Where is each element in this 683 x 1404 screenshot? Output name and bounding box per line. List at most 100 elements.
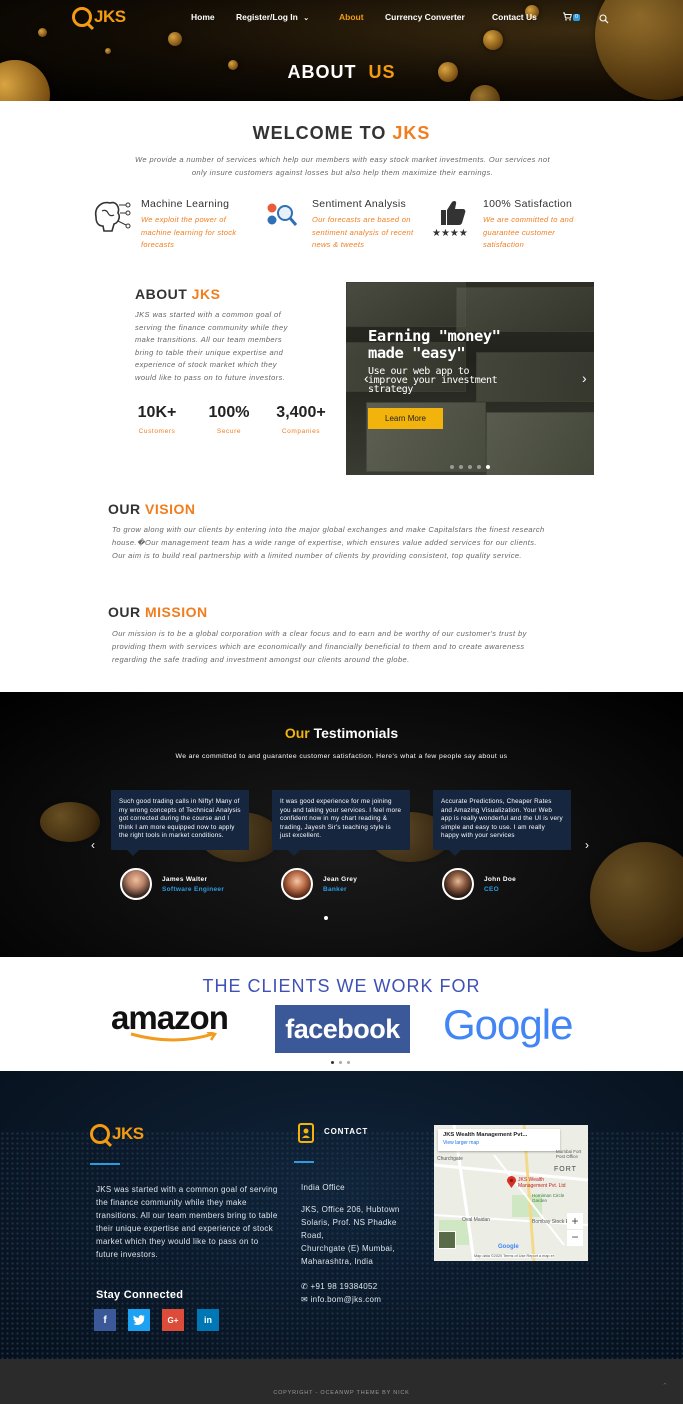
person-role: CEO <box>484 885 499 893</box>
slider-dot-active[interactable] <box>486 465 490 469</box>
contact-email[interactable]: ✉ info.bom@jks.com <box>301 1293 381 1306</box>
logo-mark-icon <box>72 7 92 27</box>
facebook-logo-text: facebook <box>285 1013 400 1044</box>
feature-title: 100% Satisfaction <box>483 198 573 210</box>
linkedin-button[interactable]: in <box>197 1309 219 1331</box>
office-address: JKS, Office 206, Hubtown Solaris, Prof. … <box>301 1203 421 1268</box>
search-icon <box>599 14 609 24</box>
cart-button[interactable]: 0 <box>562 11 582 23</box>
slider-dots <box>450 465 490 469</box>
vision-title-prefix: OUR <box>108 501 145 517</box>
learn-more-button[interactable]: Learn More <box>368 408 443 429</box>
about-title-prefix: ABOUT <box>135 286 192 302</box>
contact-card-icon <box>297 1123 315 1148</box>
clients-dot-active[interactable] <box>331 1061 334 1064</box>
vision-text: To grow along with our clients by enteri… <box>112 525 545 560</box>
testimonial-person: James Walter Software Engineer <box>120 868 224 900</box>
testimonial-card: It was good experience for me joining yo… <box>272 790 410 856</box>
about-title-accent: JKS <box>191 286 221 302</box>
map-pin-label: JKS Wealth Management Pvt. Ltd <box>518 1177 566 1189</box>
view-larger-map-link[interactable]: View larger map <box>443 1140 555 1146</box>
footer-divider <box>90 1163 120 1165</box>
address-line: Solaris, Prof. NS Phadke <box>301 1218 397 1227</box>
mission-title-accent: MISSION <box>145 604 208 620</box>
slider-subtext: Use our web app to improve your investme… <box>368 367 498 395</box>
testimonials-title-rest: Testimonials <box>309 725 399 741</box>
testimonial-card: Such good trading calls in Nifty! Many o… <box>111 790 249 856</box>
testimonial-dot-active[interactable] <box>324 916 328 920</box>
amazon-smile-icon <box>130 1032 218 1042</box>
testimonial-person: John Doe CEO <box>442 868 516 900</box>
google-plus-button[interactable]: G+ <box>162 1309 184 1331</box>
map-label: FORT <box>554 1166 577 1173</box>
brain-icon <box>90 197 132 237</box>
embedded-map[interactable]: JKS Wealth Management Pvt... View larger… <box>434 1125 588 1261</box>
slider-dot[interactable] <box>450 465 454 469</box>
slider-dot[interactable] <box>477 465 481 469</box>
stat-label: Secure <box>216 428 242 435</box>
testimonial-prev-arrow-icon[interactable]: ‹ <box>91 838 95 852</box>
clients-dot[interactable] <box>339 1061 342 1064</box>
slider-headline-line2: made "easy" <box>368 344 466 362</box>
google-plus-icon: G+ <box>167 1315 179 1325</box>
map-pin-icon[interactable] <box>507 1175 516 1188</box>
slider-prev-arrow-icon[interactable]: ‹ <box>364 370 369 386</box>
feature-desc: We exploit the power of machine learning… <box>141 215 237 249</box>
analysis-icon <box>265 201 299 229</box>
nav-about[interactable]: About <box>339 12 364 22</box>
testimonials-subtitle: We are committed to and guarantee custom… <box>175 753 508 760</box>
chevron-down-icon: ⌄ <box>303 15 310 22</box>
hero-slider[interactable]: Earning "money" made "easy" Use our web … <box>346 282 594 475</box>
twitter-button[interactable] <box>128 1309 150 1331</box>
svg-text:★★★★: ★★★★ <box>432 228 468 238</box>
slider-next-arrow-icon[interactable]: › <box>582 370 587 386</box>
hero-banner: JKS Home Register/Log In ⌄ About Currenc… <box>0 0 683 101</box>
stat-label: Companies <box>281 428 321 435</box>
street-view-thumbnail[interactable] <box>438 1231 456 1249</box>
facebook-button[interactable]: f <box>94 1309 116 1331</box>
nav-contact-us[interactable]: Contact Us <box>492 12 537 22</box>
zoom-out-button[interactable]: − <box>567 1230 583 1246</box>
clients-dot[interactable] <box>347 1061 350 1064</box>
nav-register-login[interactable]: Register/Log In ⌄ <box>236 12 309 22</box>
zoom-in-button[interactable]: + <box>567 1213 583 1229</box>
slider-dot[interactable] <box>468 465 472 469</box>
slider-headline: Earning "money" made "easy" <box>368 328 501 362</box>
welcome-title: WELCOME TO JKS <box>0 123 683 144</box>
contact-phone[interactable]: ✆ +91 98 19384052 <box>301 1280 378 1293</box>
address-line: JKS, Office 206, Hubtown <box>301 1205 400 1214</box>
site-logo[interactable]: JKS <box>72 7 126 27</box>
google-logo: Google <box>443 1001 573 1049</box>
footer-about-text: JKS was started with a common goal of se… <box>96 1185 278 1259</box>
feature-satisfaction: 100% Satisfaction We are committed to an… <box>483 198 653 252</box>
phone-icon: ✆ <box>301 1282 309 1291</box>
map-label: Mumbai Fort Post Office <box>556 1149 582 1159</box>
map-label: Churchgate <box>437 1156 463 1162</box>
welcome-title-prefix: WELCOME TO <box>252 123 393 143</box>
mission-title: OUR MISSION <box>108 604 208 620</box>
feature-desc: We are committed to and guarantee custom… <box>483 215 574 249</box>
mission-text: Our mission is to be a global corporatio… <box>112 629 527 664</box>
stat-secure: 100% Secure <box>200 404 258 435</box>
coin-decoration <box>590 842 683 952</box>
stat-companies: 3,400+ Companies <box>268 404 334 435</box>
testimonial-card: Accurate Predictions, Cheaper Rates and … <box>433 790 571 856</box>
map-label: Horniman Circle Garden <box>532 1193 565 1203</box>
google-logo-text: Google <box>443 1001 573 1048</box>
slider-dot[interactable] <box>459 465 463 469</box>
about-title: ABOUT JKS <box>135 286 220 302</box>
testimonials-title: Our Testimonials <box>0 725 683 741</box>
facebook-logo: facebook <box>275 1005 410 1053</box>
nav-register-login-label: Register/Log In <box>236 12 298 22</box>
nav-home[interactable]: Home <box>191 12 215 22</box>
copyright-text: COPYRIGHT - OCEANWP THEME BY NICK <box>273 1390 410 1396</box>
testimonial-next-arrow-icon[interactable]: › <box>585 838 589 852</box>
copyright-bar: COPYRIGHT - OCEANWP THEME BY NICK ⌃ <box>0 1359 683 1404</box>
search-button[interactable] <box>599 11 609 29</box>
cart-icon <box>563 12 572 21</box>
person-role: Banker <box>323 885 347 893</box>
coin-decoration <box>483 30 503 50</box>
nav-currency-converter[interactable]: Currency Converter <box>385 12 465 22</box>
scroll-top-icon[interactable]: ⌃ <box>662 1382 668 1390</box>
footer-logo[interactable]: JKS <box>90 1124 144 1144</box>
